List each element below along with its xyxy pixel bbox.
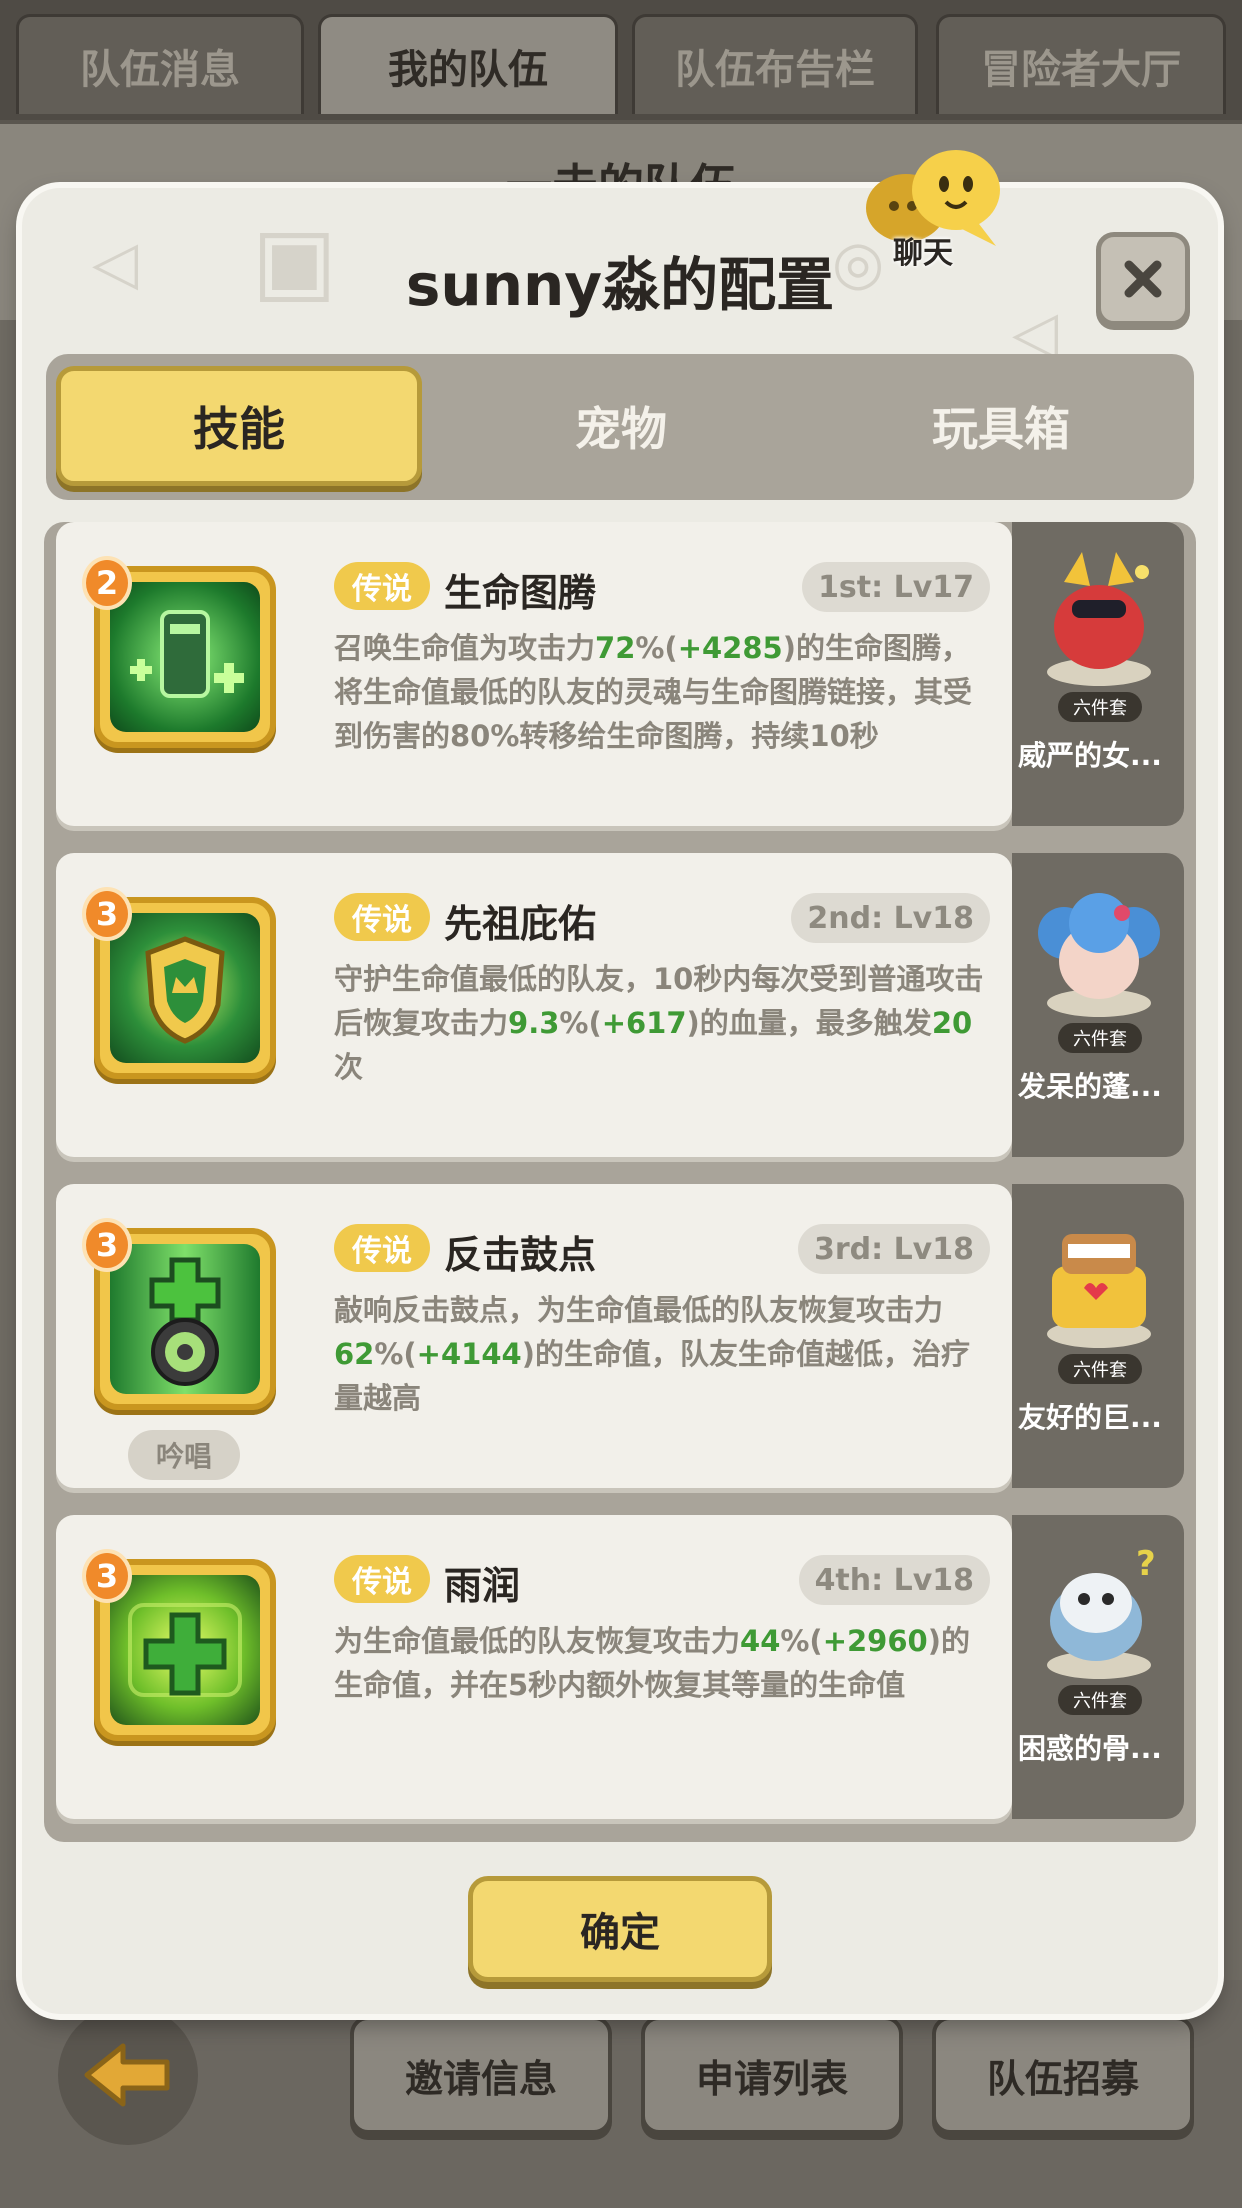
totem-icon bbox=[130, 610, 244, 698]
red-dragon-pet-icon bbox=[1047, 552, 1151, 686]
back-arrow-icon bbox=[84, 2043, 170, 2107]
skill-slot-level: 2nd: Lv18 bbox=[791, 893, 990, 943]
pet-set-badge: 六件套 bbox=[1058, 1685, 1142, 1715]
highlighted-value: 9.3 bbox=[508, 1006, 560, 1040]
skill-level-badge: 3 bbox=[82, 1549, 132, 1603]
blue-sheep-pet-icon bbox=[1038, 893, 1160, 1017]
pet-slot[interactable]: 六件套 威严的女... bbox=[1012, 522, 1184, 826]
skill-description: 敲响反击鼓点，为生命值最低的队友恢复攻击力62%(+4144)的生命值，队友生命… bbox=[334, 1288, 994, 1420]
description-text: %( bbox=[374, 1337, 417, 1371]
skill-level-badge: 3 bbox=[82, 1218, 132, 1272]
tab-skills[interactable]: 技能 bbox=[56, 366, 422, 486]
skill-row: 2 传说 生命图腾 1st: Lv17 召唤生命值为攻击力72%(+4285)的… bbox=[56, 522, 1184, 838]
rarity-tag: 传说 bbox=[334, 893, 430, 941]
skill-description: 为生命值最低的队友恢复攻击力44%(+2960)的生命值，并在5秒内额外恢复其等… bbox=[334, 1619, 994, 1707]
pet-set-badge: 六件套 bbox=[1058, 692, 1142, 722]
skill-row: 3 传说 雨润 4th: Lv18 为生命值最低的队友恢复攻击力44%(+296… bbox=[56, 1515, 1184, 1831]
skill-name: 先祖庇佑 bbox=[444, 902, 597, 946]
skill-description: 守护生命值最低的队友，10秒内每次受到普通攻击后恢复攻击力9.3%(+617)的… bbox=[334, 957, 994, 1089]
pet-set-badge: 六件套 bbox=[1058, 1023, 1142, 1053]
skill-card[interactable]: 3 吟唱 传说 反击鼓点 3rd: Lv18 敲响反击鼓点，为生命值最低的队友恢… bbox=[56, 1184, 1012, 1488]
description-text: 为生命值最低的队友恢复攻击力 bbox=[334, 1624, 741, 1658]
highlighted-value: +4285 bbox=[677, 631, 783, 665]
skill-slot-level: 3rd: Lv18 bbox=[797, 1224, 990, 1274]
rarity-tag: 传说 bbox=[334, 562, 430, 610]
rain-heal-icon bbox=[128, 1603, 242, 1697]
tab-adventurer-hall[interactable]: 冒险者大厅 bbox=[936, 14, 1226, 114]
pet-slot[interactable]: 六件套 友好的巨... bbox=[1012, 1184, 1184, 1488]
config-modal: ◁ ▣ ◎ ◁ sunny淼的配置 技能 宠物 玩具箱 2 传说 生命图腾 1s… bbox=[22, 188, 1218, 2014]
skill-card[interactable]: 3 传说 先祖庇佑 2nd: Lv18 守护生命值最低的队友，10秒内每次受到普… bbox=[56, 853, 1012, 1157]
skill-row: 3 吟唱 传说 反击鼓点 3rd: Lv18 敲响反击鼓点，为生命值最低的队友恢… bbox=[56, 1184, 1184, 1500]
skill-slot-level: 1st: Lv17 bbox=[802, 562, 990, 612]
description-text: %( bbox=[559, 1006, 602, 1040]
skill-name: 反击鼓点 bbox=[444, 1233, 597, 1277]
highlighted-value: +4144 bbox=[416, 1337, 522, 1371]
chat-label[interactable]: 聊天 bbox=[893, 228, 953, 272]
pet-set-badge: 六件套 bbox=[1058, 1354, 1142, 1384]
confirm-button[interactable]: 确定 bbox=[468, 1876, 772, 1982]
description-text: 敲响反击鼓点，为生命值最低的队友恢复攻击力 bbox=[334, 1293, 944, 1327]
skill-level-badge: 2 bbox=[82, 556, 132, 610]
skill-name: 雨润 bbox=[444, 1564, 521, 1608]
skill-description: 召唤生命值为攻击力72%(+4285)的生命图腾，将生命值最低的队友的灵魂与生命… bbox=[334, 626, 994, 758]
back-button[interactable] bbox=[58, 2005, 198, 2145]
description-text: )的血量，最多触发 bbox=[686, 1006, 932, 1040]
highlighted-value: +2960 bbox=[822, 1624, 928, 1658]
background-top-tabs: 队伍消息 我的队伍 队伍布告栏 冒险者大厅 bbox=[0, 0, 1242, 120]
tab-my-team[interactable]: 我的队伍 bbox=[318, 14, 618, 114]
skill-name: 生命图腾 bbox=[444, 571, 597, 615]
tab-pets[interactable]: 宠物 bbox=[438, 366, 804, 486]
pet-name: 威严的女... bbox=[1018, 739, 1162, 772]
skill-card[interactable]: 3 传说 雨润 4th: Lv18 为生命值最低的队友恢复攻击力44%(+296… bbox=[56, 1515, 1012, 1819]
giant-pet-icon bbox=[1047, 1234, 1151, 1348]
apply-list-button[interactable]: 申请列表 bbox=[641, 2016, 903, 2134]
drum-icon bbox=[149, 1257, 221, 1386]
description-text: %( bbox=[635, 631, 678, 665]
svg-text:?: ? bbox=[1136, 1544, 1156, 1584]
chant-tag: 吟唱 bbox=[128, 1430, 240, 1480]
shield-icon bbox=[145, 936, 225, 1044]
team-recruit-button[interactable]: 队伍招募 bbox=[932, 2016, 1194, 2134]
invite-info-button[interactable]: 邀请信息 bbox=[350, 2016, 612, 2134]
highlighted-value: 72 bbox=[595, 631, 636, 665]
config-tabs: 技能 宠物 玩具箱 bbox=[46, 354, 1194, 500]
close-icon bbox=[1124, 260, 1162, 298]
pet-name: 困惑的骨... bbox=[1018, 1732, 1162, 1765]
highlighted-value: 62 bbox=[334, 1337, 375, 1371]
highlighted-value: 44 bbox=[740, 1624, 781, 1658]
highlighted-value: 20 bbox=[931, 1006, 973, 1040]
tab-team-board[interactable]: 队伍布告栏 bbox=[632, 14, 918, 114]
skill-card[interactable]: 2 传说 生命图腾 1st: Lv17 召唤生命值为攻击力72%(+4285)的… bbox=[56, 522, 1012, 826]
bone-dragon-pet-icon: ? bbox=[1047, 1544, 1156, 1679]
pet-name: 友好的巨... bbox=[1018, 1401, 1162, 1434]
close-button[interactable] bbox=[1096, 232, 1190, 326]
pet-name: 发呆的蓬... bbox=[1018, 1070, 1162, 1103]
description-text: 次 bbox=[334, 1050, 364, 1084]
rarity-tag: 传说 bbox=[334, 1224, 430, 1272]
description-text: 召唤生命值为攻击力 bbox=[334, 631, 596, 665]
skill-level-badge: 3 bbox=[82, 887, 132, 941]
modal-title: sunny淼的配置 bbox=[405, 251, 835, 319]
highlighted-value: +617 bbox=[601, 1006, 687, 1040]
pet-slot[interactable]: ? 六件套 困惑的骨... bbox=[1012, 1515, 1184, 1819]
tab-toybox[interactable]: 玩具箱 bbox=[818, 366, 1184, 486]
tab-team-messages[interactable]: 队伍消息 bbox=[16, 14, 304, 114]
skill-row: 3 传说 先祖庇佑 2nd: Lv18 守护生命值最低的队友，10秒内每次受到普… bbox=[56, 853, 1184, 1169]
rarity-tag: 传说 bbox=[334, 1555, 430, 1603]
pet-slot[interactable]: 六件套 发呆的蓬... bbox=[1012, 853, 1184, 1157]
skill-slot-level: 4th: Lv18 bbox=[798, 1555, 990, 1605]
description-text: %( bbox=[780, 1624, 823, 1658]
